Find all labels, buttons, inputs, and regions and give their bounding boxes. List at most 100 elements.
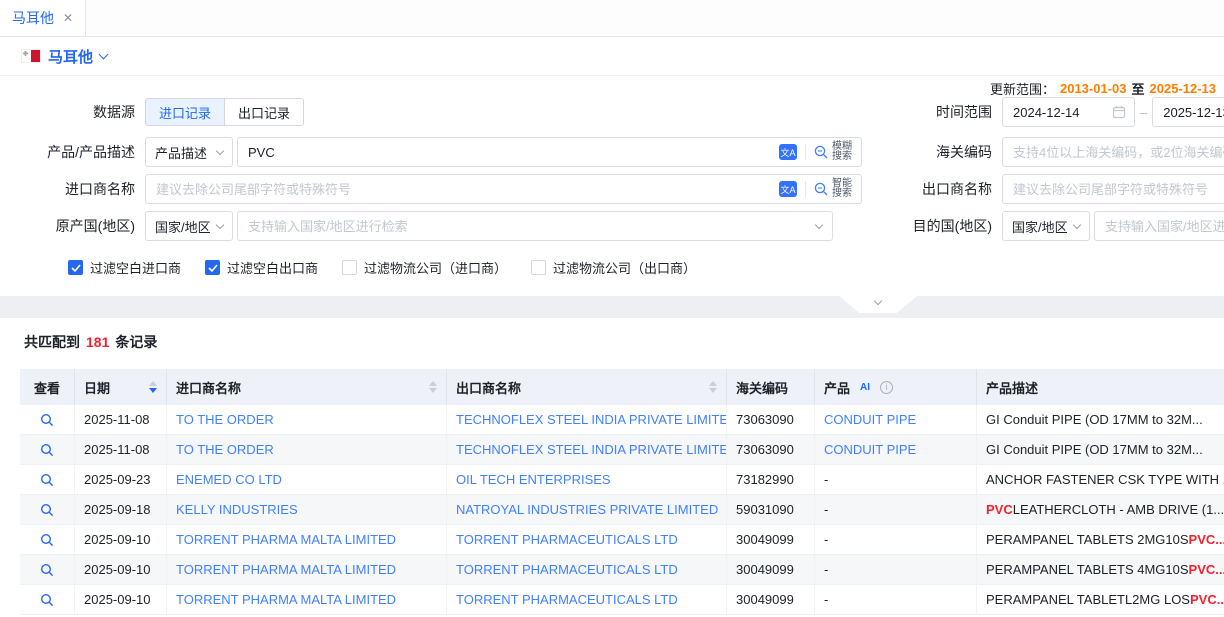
importer-link[interactable]: TORRENT PHARMA MALTA LIMITED: [176, 532, 396, 547]
exporter-link[interactable]: TORRENT PHARMACEUTICALS LTD: [456, 562, 678, 577]
destination-select-value: 国家/地区: [1012, 217, 1068, 236]
description-cell: PERAMPANEL TABLETL2MG LOS PVC...: [977, 585, 1224, 614]
origin-country-input[interactable]: [238, 219, 816, 234]
table-row: 2025-09-10TORRENT PHARMA MALTA LIMITEDTO…: [20, 585, 1224, 615]
view-detail-icon[interactable]: [40, 443, 54, 457]
description-text: ANCHOR FASTENER CSK TYPE WITH ...: [986, 472, 1224, 487]
table-row: 2025-09-10 TORRENT PHARMA MALTA LIMITED TO…: [20, 525, 1224, 555]
importer-link[interactable]: KELLY INDUSTRIES: [176, 502, 298, 517]
filter-checkbox[interactable]: 过滤空白进口商: [68, 258, 181, 277]
hs-code-cell: 59031090: [727, 495, 815, 524]
checkbox-checked-icon[interactable]: [205, 260, 220, 275]
product-link[interactable]: CONDUIT PIPE: [824, 412, 916, 427]
exporter-link[interactable]: TECHNOFLEX STEEL INDIA PRIVATE LIMITED: [456, 412, 727, 427]
sort-icon[interactable]: [149, 381, 157, 393]
date-end-box: [1152, 97, 1224, 127]
importer-input[interactable]: [146, 182, 779, 197]
exporter-cell: NATROYAL INDUSTRIES PRIVATE LIMITED: [447, 495, 727, 524]
sort-icon[interactable]: [709, 381, 717, 393]
smart-search-button[interactable]: 智能搜索: [813, 179, 861, 200]
translate-icon[interactable]: 文A: [779, 181, 797, 197]
date-cell: 2025-11-08: [75, 405, 167, 434]
col-header-hs-code: 海关编码: [727, 369, 815, 405]
view-detail-icon[interactable]: [40, 593, 54, 607]
date-end-input[interactable]: [1153, 105, 1224, 120]
date-start-input[interactable]: [1003, 105, 1112, 120]
tab-close-icon[interactable]: ✕: [63, 11, 73, 25]
importer-link[interactable]: TO THE ORDER: [176, 412, 274, 427]
exporter-input[interactable]: [1003, 182, 1224, 197]
tab-malta[interactable]: 马耳他 ✕: [0, 0, 86, 36]
filter-checkbox[interactable]: 过滤物流公司（出口商）: [531, 258, 696, 277]
time-range-label: 时间范围: [900, 102, 992, 122]
info-icon[interactable]: i: [880, 381, 893, 394]
hs-code-input[interactable]: [1003, 145, 1224, 160]
view-detail-icon[interactable]: [40, 413, 54, 427]
select-chevron-down-icon: [216, 147, 224, 155]
origin-country-box: [237, 211, 833, 241]
product-type-value: 产品描述: [155, 143, 207, 162]
filter-checkbox-row: 过滤空白进口商 过滤空白出口商 过滤物流公司（进口商） 过滤物流公司（出口商）: [68, 258, 720, 277]
exporter-link[interactable]: OIL TECH ENTERPRISES: [456, 472, 611, 487]
exporter-link[interactable]: TORRENT PHARMACEUTICALS LTD: [456, 532, 678, 547]
table-row: 2025-11-08 TO THE ORDER TECHNOFLEX STEEL I…: [20, 405, 1224, 435]
filter-checkbox[interactable]: 过滤物流公司（进口商）: [342, 258, 507, 277]
result-summary: 共匹配到 181 条记录: [0, 318, 1224, 352]
hs-code-cell: 30049099: [727, 525, 815, 554]
col-header-exporter[interactable]: 出口商名称: [447, 369, 727, 405]
exporter-cell: TORRENT PHARMACEUTICALS LTD: [447, 585, 727, 614]
description-text: PERAMPANEL TABLETS 4MG10S: [986, 562, 1189, 577]
destination-country-select[interactable]: 国家/地区: [1002, 211, 1090, 241]
product-input[interactable]: [238, 145, 779, 160]
product-cell: CONDUIT PIPE: [815, 435, 977, 464]
exporter-link[interactable]: NATROYAL INDUSTRIES PRIVATE LIMITED: [456, 502, 718, 517]
translate-icon[interactable]: 文A: [779, 144, 797, 160]
checkbox-checked-icon[interactable]: [68, 260, 83, 275]
tab-export-records[interactable]: 出口记录: [224, 99, 303, 125]
hs-code-cell: 30049099: [727, 555, 815, 584]
checkbox-unchecked-icon[interactable]: [531, 260, 546, 275]
view-detail-icon[interactable]: [40, 563, 54, 577]
filter-panel: 更新范围： 2013-01-03 至 2025-12-13 数据源 进口记录 出…: [0, 76, 1224, 296]
col-header-view: 查看: [20, 369, 75, 405]
page-header: 马耳他: [0, 37, 1224, 76]
exporter-link[interactable]: TECHNOFLEX STEEL INDIA PRIVATE LIMITED: [456, 442, 727, 457]
tab-import-records[interactable]: 进口记录: [146, 99, 224, 125]
description-cell: PERAMPANEL TABLETS 4MG10S PVC...: [977, 555, 1224, 584]
date-range-separator: –: [1140, 105, 1147, 120]
col-header-importer[interactable]: 进口商名称: [167, 369, 447, 405]
date-start-box: [1002, 97, 1135, 127]
importer-cell: KELLY INDUSTRIES: [167, 495, 447, 524]
country-chevron-down-icon[interactable]: [99, 49, 109, 59]
view-detail-icon[interactable]: [40, 473, 54, 487]
filter-checkbox[interactable]: 过滤空白出口商: [205, 258, 318, 277]
importer-link[interactable]: TORRENT PHARMA MALTA LIMITED: [176, 562, 396, 577]
importer-link[interactable]: TO THE ORDER: [176, 442, 274, 457]
destination-country-input[interactable]: [1095, 219, 1224, 234]
description-text: PVC: [986, 502, 1013, 517]
collapse-toggle[interactable]: [839, 296, 917, 313]
checkbox-unchecked-icon[interactable]: [342, 260, 357, 275]
results-table: 查看 日期 进口商名称 出口商名称 海关编码 产品 AI i: [20, 369, 1224, 615]
product-type-select[interactable]: 产品描述: [145, 137, 233, 167]
importer-link[interactable]: TORRENT PHARMA MALTA LIMITED: [176, 592, 396, 607]
data-source-segmented: 进口记录 出口记录: [145, 98, 304, 126]
view-detail-icon[interactable]: [40, 503, 54, 517]
divider: [805, 181, 806, 197]
sort-icon[interactable]: [429, 381, 437, 393]
product-label: 产品/产品描述: [0, 142, 135, 162]
view-detail-icon[interactable]: [40, 533, 54, 547]
fuzzy-search-button[interactable]: 模糊搜索: [813, 142, 861, 163]
exporter-link[interactable]: TORRENT PHARMACEUTICALS LTD: [456, 592, 678, 607]
importer-link[interactable]: ENEMED CO LTD: [176, 472, 282, 487]
origin-country-select[interactable]: 国家/地区: [145, 211, 233, 241]
view-cell: [20, 465, 75, 494]
product-link[interactable]: CONDUIT PIPE: [824, 442, 916, 457]
input-chevron-down-icon: [815, 221, 823, 229]
date-cell: 2025-11-08: [75, 435, 167, 464]
importer-cell: TORRENT PHARMA MALTA LIMITED: [167, 525, 447, 554]
date-cell: 2025-09-10: [75, 525, 167, 554]
description-text: LEATHERCLOTH - AMB DRIVE (1...: [1013, 502, 1224, 517]
update-range-label: 更新范围：: [990, 79, 1055, 98]
col-header-date[interactable]: 日期: [75, 369, 167, 405]
